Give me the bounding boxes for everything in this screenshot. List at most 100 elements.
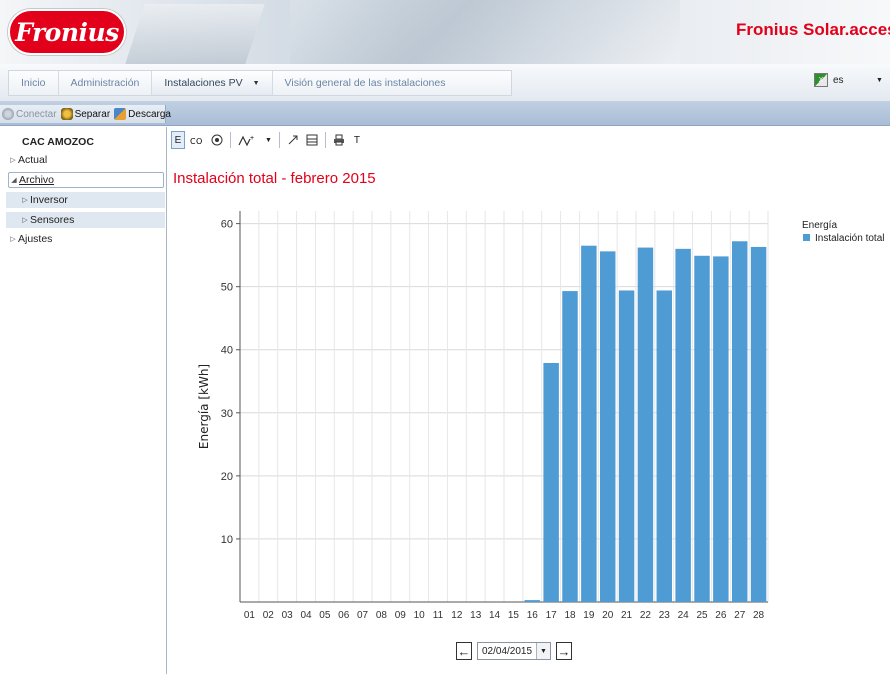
x-tick-label: 22: [640, 610, 652, 621]
x-tick-label: 03: [282, 610, 294, 621]
sidebar-item-actual[interactable]: ▷ Actual: [8, 152, 174, 168]
x-tick-label: 17: [546, 610, 558, 621]
bar: [713, 256, 729, 602]
expand-icon[interactable]: ▷: [8, 156, 18, 164]
bar: [562, 291, 578, 602]
main-content: E CO + ▼ T Instalación total - febrero 2…: [168, 127, 890, 674]
legend-item: Instalación total: [815, 233, 885, 244]
date-navigator: ← 02/04/2015 ▼ →: [456, 642, 572, 660]
y-tick-label: 60: [221, 219, 233, 231]
sidebar-item-inversor[interactable]: ▷ Inversor: [6, 192, 165, 208]
x-tick-label: 21: [621, 610, 633, 621]
tab-label: Administración: [70, 77, 140, 89]
sidebar-item-label: Ajustes: [18, 233, 53, 245]
tab-administracion[interactable]: Administración: [59, 71, 153, 95]
x-tick-label: 01: [244, 610, 256, 621]
excel-flag-icon: X: [814, 73, 828, 87]
x-tick-label: 11: [433, 610, 444, 621]
x-tick-label: 05: [319, 610, 331, 621]
x-tick-label: 02: [263, 610, 275, 621]
bar: [750, 246, 767, 602]
x-tick-label: 25: [696, 610, 708, 621]
y-tick-label: 30: [221, 408, 233, 420]
x-tick-label: 13: [470, 610, 482, 621]
date-value: 02/04/2015: [482, 645, 533, 657]
x-tick-label: 09: [395, 610, 407, 621]
x-tick-label: 08: [376, 610, 388, 621]
x-tick-label: 07: [357, 610, 369, 621]
expand-icon[interactable]: ▷: [20, 216, 30, 224]
x-tick-label: 19: [583, 610, 595, 621]
x-tick-label: 10: [414, 610, 426, 621]
y-axis-label: Energía [kWh]: [197, 364, 211, 449]
bar: [581, 245, 597, 602]
banner-photo-panels: [290, 0, 680, 64]
x-tick-label: 14: [489, 610, 501, 621]
y-tick-label: 20: [221, 471, 233, 483]
language-selector[interactable]: X es: [814, 73, 844, 87]
bar: [599, 251, 616, 602]
device-toolbar: Conectar Separar Descarga: [0, 102, 890, 126]
header-banner: Fronius Fronius Solar.access: [0, 0, 890, 64]
x-tick-label: 16: [527, 610, 539, 621]
x-tick-label: 27: [734, 610, 746, 621]
y-tick-label: 50: [221, 282, 233, 294]
app-title: Fronius Solar.access: [736, 20, 890, 39]
previous-arrow-icon[interactable]: ←: [456, 642, 472, 660]
tab-vision-general[interactable]: Visión general de las instalaciones: [273, 71, 458, 95]
sidebar-item-label: Archivo: [19, 174, 55, 186]
separate-button[interactable]: Separar: [60, 108, 111, 120]
x-tick-label: 18: [564, 610, 576, 621]
sidebar-item-ajustes[interactable]: ▷ Ajustes: [8, 231, 174, 247]
separate-label: Separar: [74, 108, 111, 120]
fronius-logo: Fronius: [8, 9, 126, 55]
connect-label: Conectar: [16, 108, 57, 120]
bar: [543, 362, 559, 602]
x-tick-label: 15: [508, 610, 520, 621]
x-tick-label: 20: [602, 610, 614, 621]
connect-icon: [2, 108, 14, 120]
sidebar-item-label: Actual: [18, 154, 48, 166]
separate-icon: [60, 108, 73, 120]
bar: [694, 255, 710, 602]
download-button[interactable]: Descarga: [114, 108, 171, 120]
nav-tabs: Inicio Administración Instalaciones PV ▼ …: [8, 70, 512, 96]
bar: [656, 290, 673, 602]
system-name: CAC AMOZOC: [22, 136, 94, 148]
dropdown-arrow-icon: ▼: [252, 79, 260, 87]
date-select[interactable]: 02/04/2015 ▼: [477, 642, 551, 660]
language-label: es: [833, 74, 844, 86]
expand-icon[interactable]: ▷: [8, 235, 18, 243]
download-icon: [114, 108, 127, 120]
x-tick-label: 26: [715, 610, 727, 621]
sidebar-item-label: Inversor: [30, 194, 68, 206]
sidebar-item-label: Sensores: [30, 214, 75, 226]
x-tick-label: 24: [678, 610, 690, 621]
legend-title: Energía: [802, 220, 837, 231]
connect-button[interactable]: Conectar: [2, 108, 57, 120]
legend-swatch: [803, 234, 810, 241]
x-tick-label: 04: [300, 610, 312, 621]
bar: [731, 241, 748, 602]
x-tick-label: 23: [659, 610, 671, 621]
y-tick-label: 40: [221, 345, 233, 357]
expand-icon[interactable]: ▷: [20, 196, 30, 204]
tab-instalaciones-pv[interactable]: Instalaciones PV ▼: [152, 71, 273, 95]
chevron-down-icon[interactable]: ▼: [876, 77, 883, 84]
tab-inicio[interactable]: Inicio: [9, 71, 59, 95]
bar: [618, 290, 635, 602]
collapse-icon[interactable]: ◢: [9, 176, 19, 184]
sidebar-item-archivo[interactable]: ◢ Archivo: [8, 172, 164, 188]
next-arrow-icon[interactable]: →: [556, 642, 572, 660]
chevron-down-icon[interactable]: ▼: [536, 643, 550, 659]
device-toolbar-buttons: Conectar Separar Descarga: [0, 105, 171, 123]
sidebar-item-sensores[interactable]: ▷ Sensores: [6, 212, 165, 228]
x-tick-label: 12: [451, 610, 463, 621]
tab-label: Inicio: [21, 77, 46, 89]
tab-label: Instalaciones PV: [164, 77, 243, 89]
bar: [675, 248, 691, 602]
bar: [637, 247, 654, 602]
x-tick-label: 28: [753, 610, 765, 621]
x-tick-label: 06: [338, 610, 350, 621]
sidebar-tree: CAC AMOZOC ▷ Actual ◢ Archivo ▷ Inversor…: [0, 127, 167, 674]
